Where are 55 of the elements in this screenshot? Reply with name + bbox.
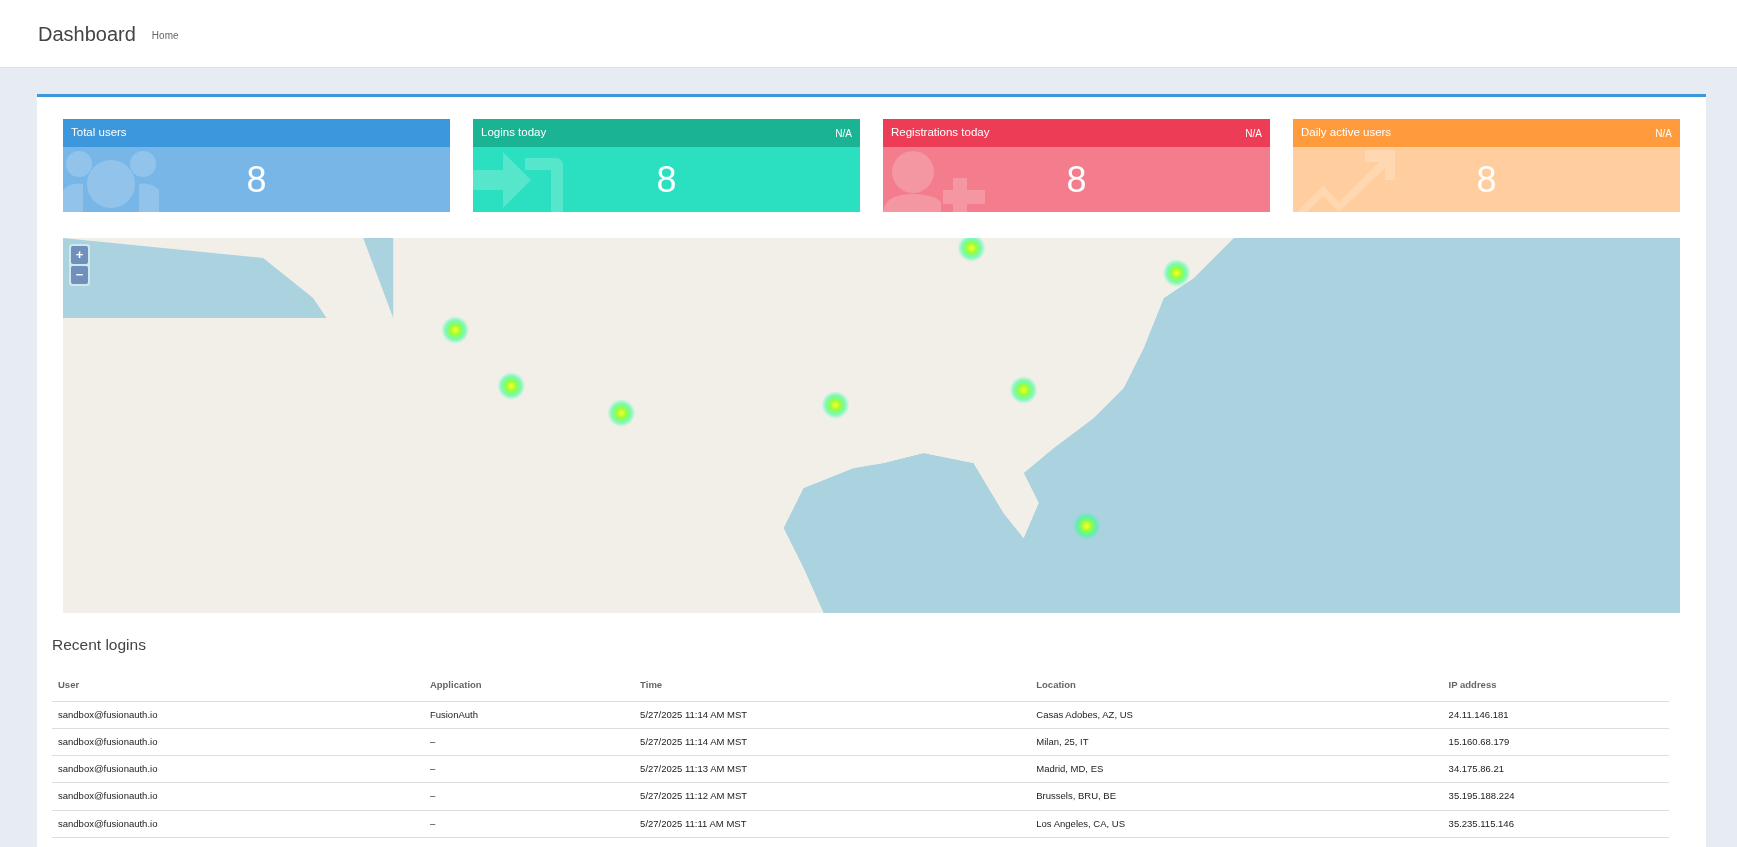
column-header[interactable]: User [52, 670, 424, 701]
table-cell: sandbox@fusionauth.io [52, 701, 424, 729]
zoom-in-button[interactable]: + [71, 246, 88, 264]
table-cell: sandbox@fusionauth.io [52, 728, 424, 756]
heat-spot [821, 391, 850, 419]
zoom-out-button[interactable]: − [71, 266, 88, 284]
heat-spot [1072, 512, 1101, 540]
page-title: Dashboard [38, 21, 136, 47]
table-cell: 34.175.86.21 [1442, 755, 1669, 783]
table-cell: sandbox@fusionauth.io [52, 810, 424, 838]
heat-spot [607, 399, 636, 427]
stat-value: 8 [656, 161, 677, 198]
breadcrumb-link[interactable]: Home [151, 28, 179, 43]
stat-title: Total users [71, 125, 127, 141]
heat-spot [957, 238, 986, 262]
column-header[interactable]: Time [634, 670, 1031, 701]
table-cell: Milan, 25, IT [1030, 728, 1443, 756]
table-cell: 5/27/2025 11:14 AM MST [634, 728, 1031, 756]
table-cell: Los Angeles, CA, US [1030, 810, 1443, 838]
table-cell: – [423, 782, 635, 810]
table-cell: Casas Adobes, AZ, US [1030, 701, 1443, 729]
stat-badge-text: N/A [1245, 126, 1262, 141]
heat-spot [441, 316, 470, 344]
map-drawing[interactable]: + − [63, 238, 1680, 613]
table-cell: FusionAuth [423, 701, 635, 729]
stat-value: 8 [1066, 161, 1087, 198]
heat-spot [1162, 259, 1191, 287]
column-header[interactable]: Application [423, 670, 635, 701]
table-cell: 5/27/2025 11:12 AM MST [634, 782, 1031, 810]
stat-badge-text: N/A [1655, 126, 1672, 141]
stat-value: 8 [1476, 161, 1497, 198]
table-cell: 5/27/2025 11:13 AM MST [634, 755, 1031, 783]
table-cell: 5/27/2025 11:14 AM MST [634, 701, 1031, 729]
table-cell: sandbox@fusionauth.io [52, 782, 424, 810]
table-cell: 5/27/2025 11:11 AM MST [634, 810, 1031, 838]
table-cell: 35.195.188.224 [1442, 782, 1669, 810]
table-cell: – [423, 728, 635, 756]
table-cell: Madrid, MD, ES [1030, 755, 1443, 783]
table-cell: 35.235.115.146 [1442, 810, 1669, 838]
table-cell: 24.11.146.181 [1442, 701, 1669, 729]
stat-title: Logins today [481, 125, 547, 141]
heat-spot [497, 372, 526, 400]
table-cell: – [423, 755, 635, 783]
stat-title: Daily active users [1301, 125, 1392, 141]
stat-badge-text: N/A [835, 126, 852, 141]
section-title: Recent logins [52, 635, 147, 655]
table-cell: sandbox@fusionauth.io [52, 755, 424, 783]
table-cell: 15.160.68.179 [1442, 728, 1669, 756]
table-cell: – [423, 810, 635, 838]
stat-title: Registrations today [891, 125, 990, 141]
column-header[interactable]: IP address [1442, 670, 1669, 701]
stat-value: 8 [246, 161, 267, 198]
column-header[interactable]: Location [1030, 670, 1443, 701]
heat-spot [1009, 376, 1038, 404]
table-cell: Brussels, BRU, BE [1030, 782, 1443, 810]
